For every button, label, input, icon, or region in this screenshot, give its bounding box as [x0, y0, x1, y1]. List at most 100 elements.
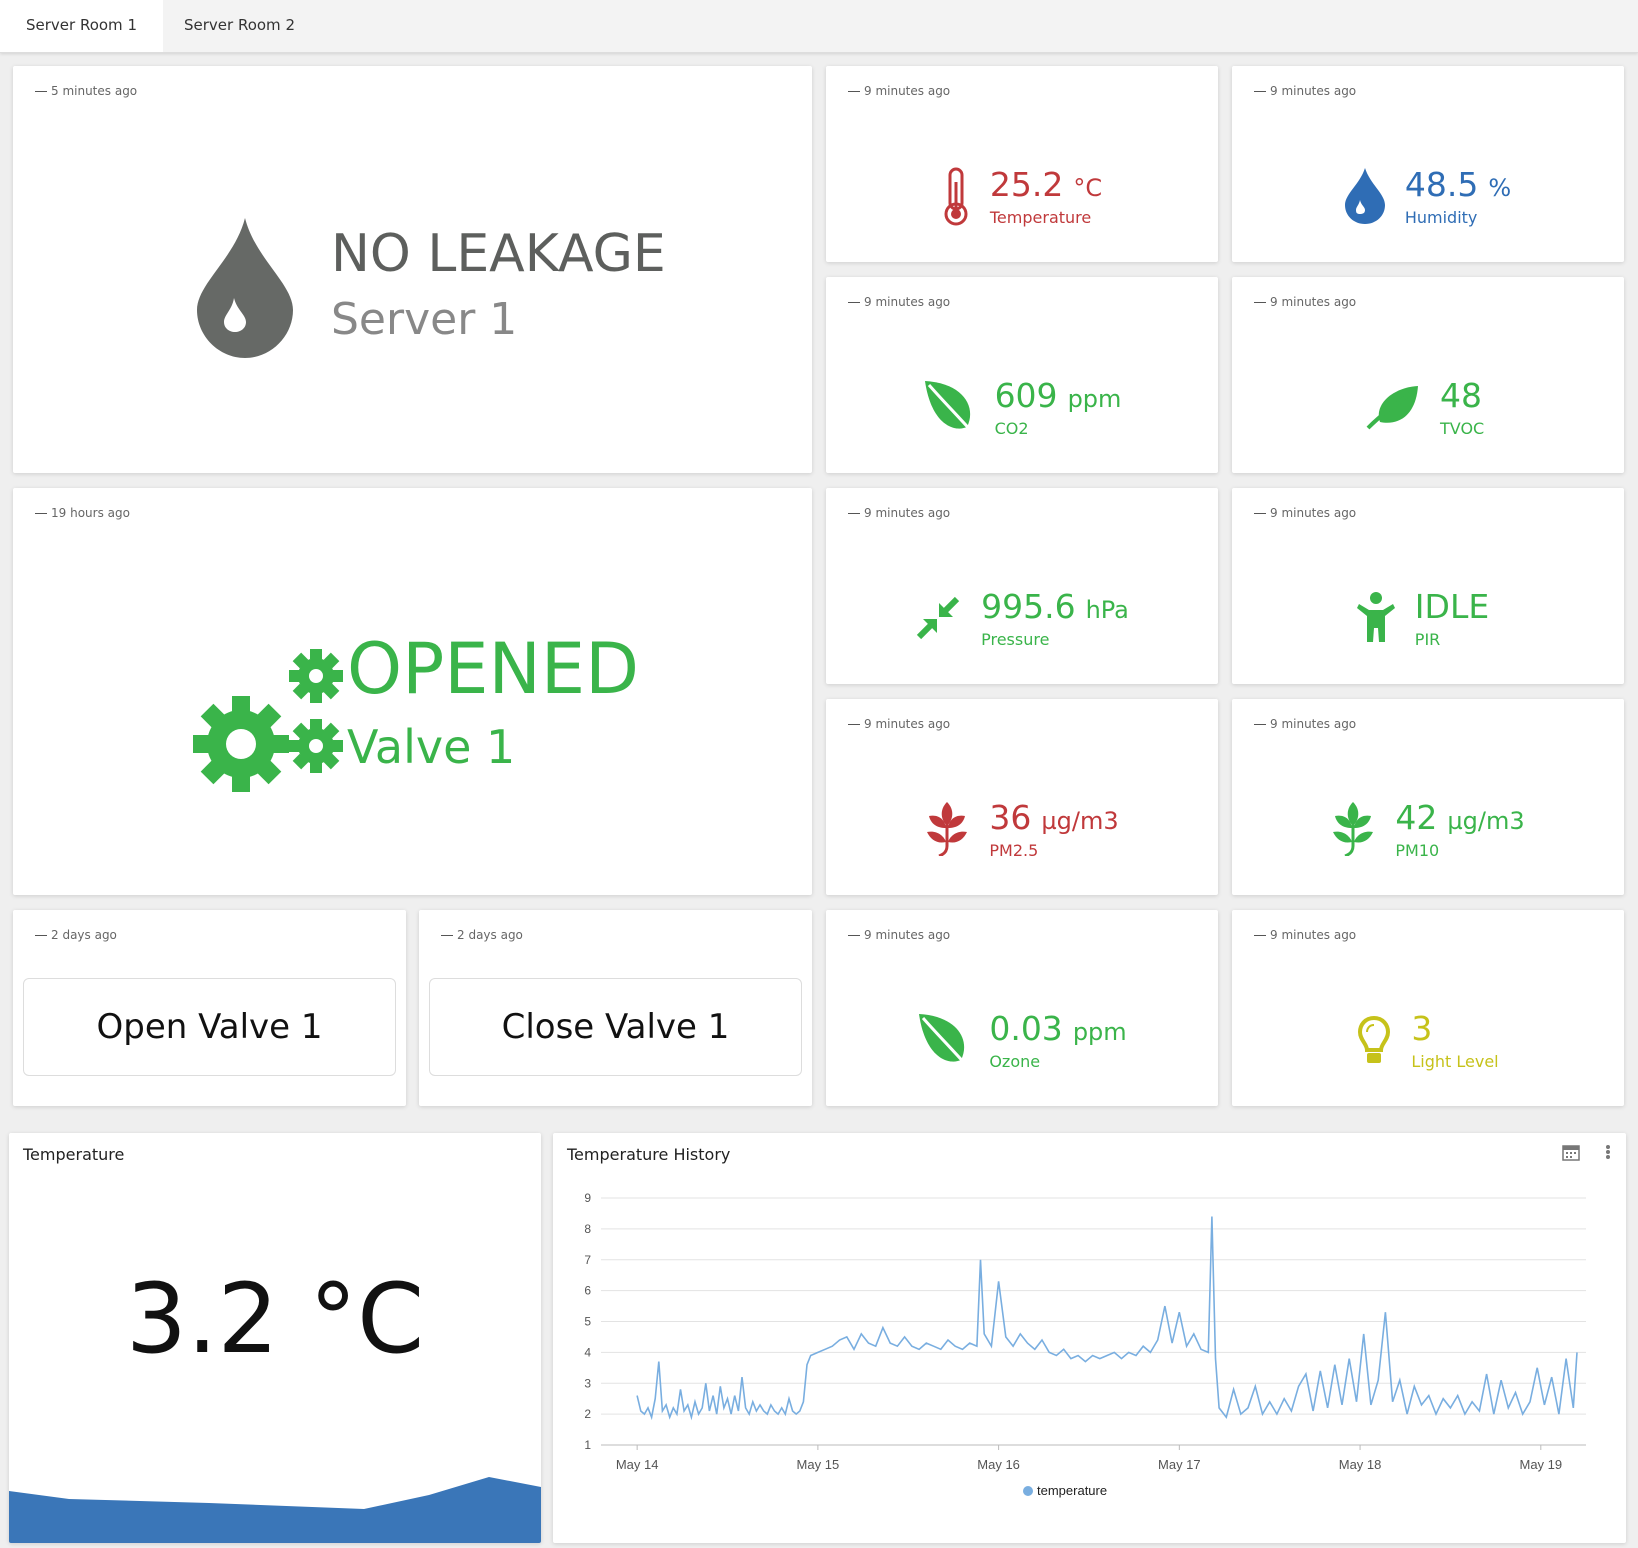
sensor-timestamp: 9 minutes ago [848, 506, 950, 520]
y-tick-label: 4 [584, 1345, 591, 1359]
sensor-label: PIR [1414, 629, 1441, 649]
sensor-label: Light Level [1411, 1051, 1499, 1071]
valve-card: 19 hours ago OPENED Valve 1 [13, 488, 812, 895]
sensor-card-light-level: 9 minutes ago 3 Light Level [1232, 910, 1624, 1106]
sensor-value: 48 [1440, 375, 1482, 415]
leak-sensor-name: Server 1 [331, 294, 518, 345]
sensor-value: IDLE [1414, 586, 1490, 626]
y-tick-label: 9 [584, 1191, 591, 1205]
close-valve-timestamp: 2 days ago [441, 928, 523, 942]
sensor-card-tvoc: 9 minutes ago 48 TVOC [1232, 277, 1624, 473]
valve-status: OPENED [347, 628, 640, 710]
water-drop-icon [1344, 168, 1385, 224]
thermometer-icon [942, 166, 970, 226]
temperature-history-chart: 1 2 3 4 5 6 7 8 9 May 14 May 15 May 16 May 17 May 18 M… [584, 1191, 1586, 1498]
plant-icon [925, 802, 969, 856]
sensor-timestamp: 9 minutes ago [848, 295, 950, 309]
temperature-panel: Temperature 3.2 °C [9, 1133, 541, 1543]
y-tick-label: 5 [584, 1315, 591, 1329]
temperature-panel-title: Temperature [23, 1145, 125, 1164]
sensor-timestamp: 9 minutes ago [848, 928, 950, 942]
sensor-unit: µg/m3 [1041, 806, 1119, 835]
sensor-timestamp: 9 minutes ago [1254, 295, 1356, 309]
lightbulb-icon [1357, 1015, 1391, 1065]
x-tick-label: May 18 [1339, 1457, 1382, 1472]
tab-server-room-1[interactable]: Server Room 1 [0, 0, 163, 52]
person-icon [1356, 592, 1395, 644]
sensor-label: TVOC [1440, 418, 1485, 438]
leaf-icon [917, 1012, 969, 1068]
sensor-timestamp: 9 minutes ago [1254, 717, 1356, 731]
x-tick-label: May 17 [1158, 1457, 1201, 1472]
sensor-timestamp: 9 minutes ago [848, 84, 950, 98]
sensor-timestamp: 9 minutes ago [1254, 506, 1356, 520]
sensor-label: Humidity [1404, 207, 1478, 227]
leaf-icon [923, 379, 975, 435]
x-tick-label: May 19 [1519, 1457, 1562, 1472]
sensor-value: 25.2 [989, 164, 1064, 204]
leak-status: NO LEAKAGE [331, 224, 666, 284]
sensor-card-co2: 9 minutes ago 609 ppm CO2 [826, 277, 1218, 473]
valve-timestamp: 19 hours ago [35, 506, 130, 520]
valve-name: Valve 1 [347, 720, 516, 774]
close-valve-card: 2 days ago Close Valve 1 [419, 910, 812, 1106]
y-tick-label: 6 [584, 1284, 591, 1298]
sensor-timestamp: 9 minutes ago [1254, 928, 1356, 942]
tab-bar: Server Room 1 Server Room 2 [0, 0, 1638, 53]
sensor-timestamp: 9 minutes ago [848, 717, 950, 731]
temperature-value: 3.2 °C [125, 1263, 425, 1375]
leak-timestamp: 5 minutes ago [35, 84, 137, 98]
sensor-card-ozone: 9 minutes ago 0.03 ppm Ozone [826, 910, 1218, 1106]
sensor-card-humidity: 9 minutes ago 48.5% Humidity [1232, 66, 1624, 262]
sensor-value: 42 [1395, 797, 1438, 837]
sensor-unit: °C [1073, 173, 1103, 202]
sensor-card-pir: 9 minutes ago IDLE PIR [1232, 488, 1624, 684]
sensor-card-pm10: 9 minutes ago 42 µg/m3 PM10 [1232, 699, 1624, 895]
sensor-value: 3 [1411, 1008, 1433, 1048]
sensor-timestamp: 9 minutes ago [1254, 84, 1356, 98]
sensor-value: 0.03 [989, 1008, 1063, 1048]
close-valve-button[interactable]: Close Valve 1 [429, 978, 802, 1076]
sensor-label: PM2.5 [989, 840, 1039, 860]
sensor-label: Temperature [989, 207, 1092, 227]
sensor-label: CO2 [994, 418, 1029, 438]
sensor-label: Ozone [989, 1051, 1041, 1071]
sensor-value: 995.6 [981, 586, 1076, 626]
plant-icon [1331, 802, 1375, 856]
sensor-unit: ppm [1067, 384, 1122, 413]
y-tick-label: 7 [584, 1253, 591, 1267]
compress-arrows-icon [915, 595, 961, 641]
sensor-value: 48.5 [1404, 164, 1479, 204]
open-valve-button[interactable]: Open Valve 1 [23, 978, 396, 1076]
temperature-sparkline-area [9, 1477, 541, 1543]
leak-card: 5 minutes ago NO LEAKAGE Server 1 [13, 66, 812, 473]
legend-marker [1023, 1486, 1033, 1496]
sensor-unit: ppm [1072, 1017, 1127, 1046]
tab-server-room-2[interactable]: Server Room 2 [158, 0, 321, 52]
gears-icon [193, 648, 353, 822]
temperature-history-panel: Temperature History 1 2 3 4 5 6 7 8 9 May 14 May 1… [553, 1133, 1626, 1543]
sensor-value: 36 [989, 797, 1032, 837]
y-tick-label: 3 [584, 1376, 591, 1390]
x-tick-label: May 16 [977, 1457, 1020, 1472]
open-valve-timestamp: 2 days ago [35, 928, 117, 942]
water-drop-icon [197, 218, 293, 362]
y-tick-label: 2 [584, 1407, 591, 1421]
sensor-label: PM10 [1395, 840, 1440, 860]
sensor-card-temperature: 9 minutes ago 25.2 °C Temperature [826, 66, 1218, 262]
sensor-unit: µg/m3 [1447, 806, 1525, 835]
sensor-unit: hPa [1085, 595, 1129, 624]
open-valve-card: 2 days ago Open Valve 1 [13, 910, 406, 1106]
sensor-unit: % [1488, 173, 1512, 202]
series-line-temperature [636, 1216, 1578, 1421]
leaf-icon [1364, 384, 1420, 430]
legend-label: temperature [1037, 1483, 1107, 1498]
y-tick-label: 8 [584, 1222, 591, 1236]
sensor-value: 609 [994, 375, 1058, 415]
sensor-card-pm25: 9 minutes ago 36 µg/m3 PM2.5 [826, 699, 1218, 895]
sensor-label: Pressure [981, 629, 1050, 649]
x-tick-label: May 15 [797, 1457, 840, 1472]
y-tick-label: 1 [584, 1438, 591, 1452]
sensor-card-pressure: 9 minutes ago 995.6 hPa Pressure [826, 488, 1218, 684]
x-tick-label: May 14 [616, 1457, 659, 1472]
